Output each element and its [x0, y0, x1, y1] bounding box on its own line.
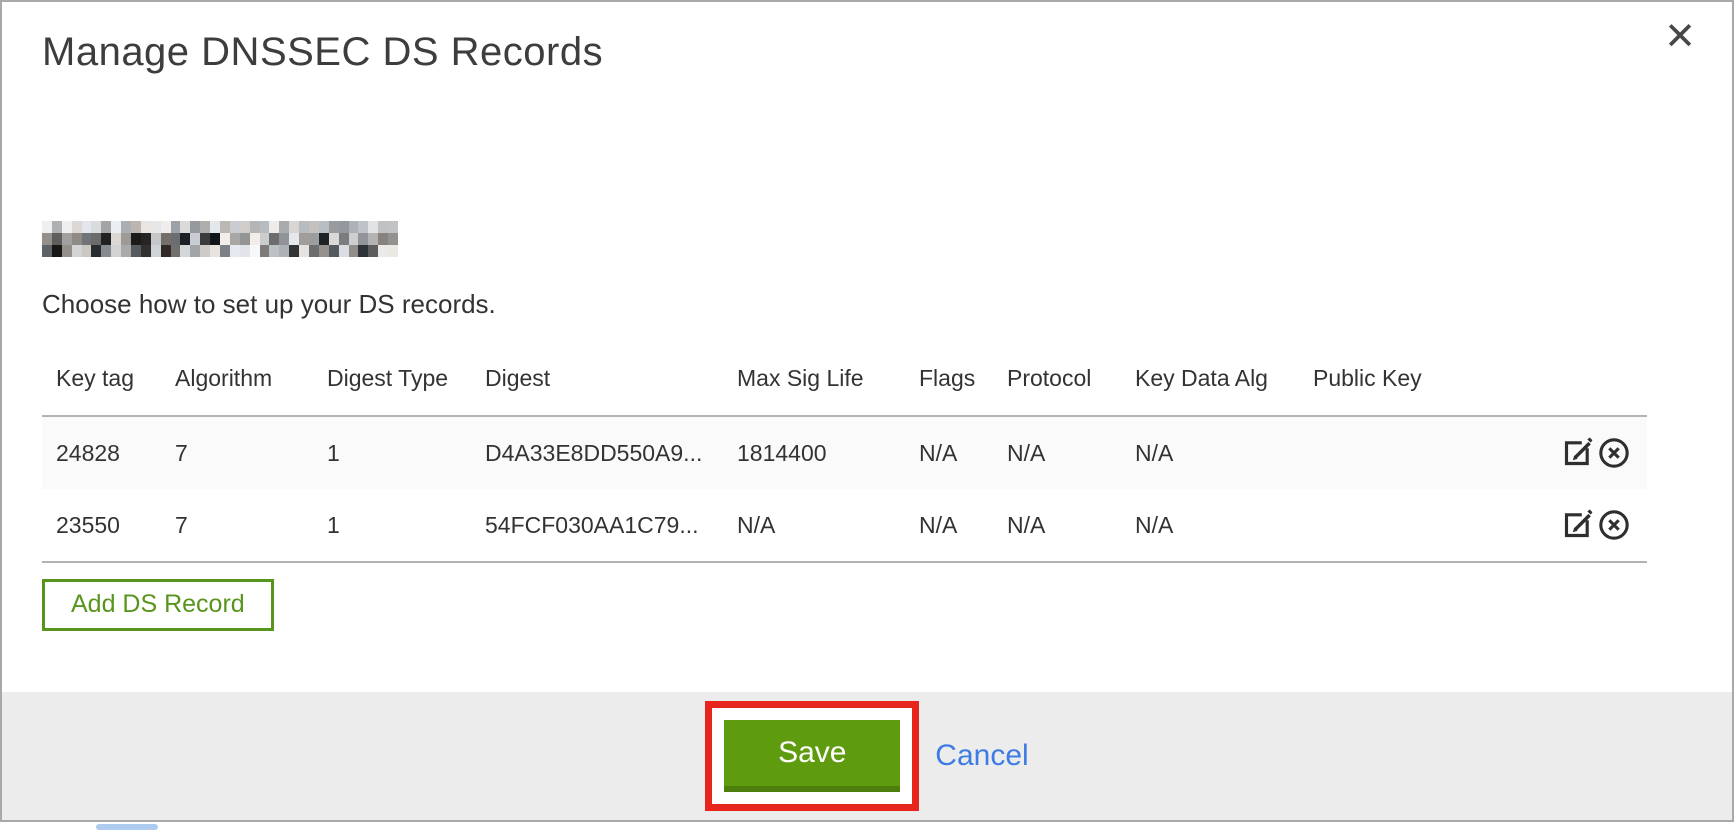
- edit-record-icon[interactable]: [1559, 507, 1595, 543]
- cell-key-tag: 23550: [42, 489, 175, 562]
- delete-record-icon[interactable]: [1597, 436, 1631, 470]
- table-header-row: Key tag Algorithm Digest Type Digest Max…: [42, 342, 1647, 416]
- cell-max-sig-life: N/A: [737, 489, 919, 562]
- col-header-digest: Digest: [485, 342, 737, 416]
- cell-digest: D4A33E8DD550A9...: [485, 416, 737, 489]
- cell-key-tag: 24828: [42, 416, 175, 489]
- cell-protocol: N/A: [1007, 489, 1135, 562]
- red-annotation-rectangle: Save: [705, 701, 919, 811]
- redacted-domain-name: [42, 221, 398, 257]
- manage-dnssec-dialog: Manage DNSSEC DS Records ✕ Choose how to…: [0, 0, 1734, 822]
- cell-protocol: N/A: [1007, 416, 1135, 489]
- row-actions: [1488, 416, 1647, 489]
- cell-digest-type: 1: [327, 416, 485, 489]
- close-icon[interactable]: ✕: [1664, 18, 1696, 56]
- edit-record-icon[interactable]: [1559, 435, 1595, 471]
- col-header-max-sig-life: Max Sig Life: [737, 342, 919, 416]
- col-header-key-tag: Key tag: [42, 342, 175, 416]
- save-button[interactable]: Save: [724, 720, 900, 792]
- cancel-link[interactable]: Cancel: [935, 739, 1028, 773]
- table-row: 24828 7 1 D4A33E8DD550A9... 1814400 N/A …: [42, 416, 1647, 489]
- dialog-title: Manage DNSSEC DS Records: [42, 30, 1732, 75]
- cell-flags: N/A: [919, 489, 1007, 562]
- setup-instruction-text: Choose how to set up your DS records.: [42, 289, 1732, 320]
- col-header-algorithm: Algorithm: [175, 342, 327, 416]
- dialog-footer: Save Cancel: [2, 692, 1732, 820]
- col-header-protocol: Protocol: [1007, 342, 1135, 416]
- col-header-flags: Flags: [919, 342, 1007, 416]
- col-header-key-data-alg: Key Data Alg: [1135, 342, 1313, 416]
- cell-digest: 54FCF030AA1C79...: [485, 489, 737, 562]
- cell-key-data-alg: N/A: [1135, 489, 1313, 562]
- col-header-digest-type: Digest Type: [327, 342, 485, 416]
- cell-algorithm: 7: [175, 489, 327, 562]
- row-actions: [1488, 489, 1647, 562]
- cell-flags: N/A: [919, 416, 1007, 489]
- cell-digest-type: 1: [327, 489, 485, 562]
- col-header-actions: [1488, 342, 1647, 416]
- ds-records-table: Key tag Algorithm Digest Type Digest Max…: [42, 342, 1647, 563]
- cell-max-sig-life: 1814400: [737, 416, 919, 489]
- delete-record-icon[interactable]: [1597, 508, 1631, 542]
- cell-public-key: [1313, 489, 1488, 562]
- cell-public-key: [1313, 416, 1488, 489]
- cell-algorithm: 7: [175, 416, 327, 489]
- cell-key-data-alg: N/A: [1135, 416, 1313, 489]
- table-row: 23550 7 1 54FCF030AA1C79... N/A N/A N/A …: [42, 489, 1647, 562]
- col-header-public-key: Public Key: [1313, 342, 1488, 416]
- add-ds-record-button[interactable]: Add DS Record: [42, 579, 274, 631]
- background-page-fragment: [96, 824, 158, 830]
